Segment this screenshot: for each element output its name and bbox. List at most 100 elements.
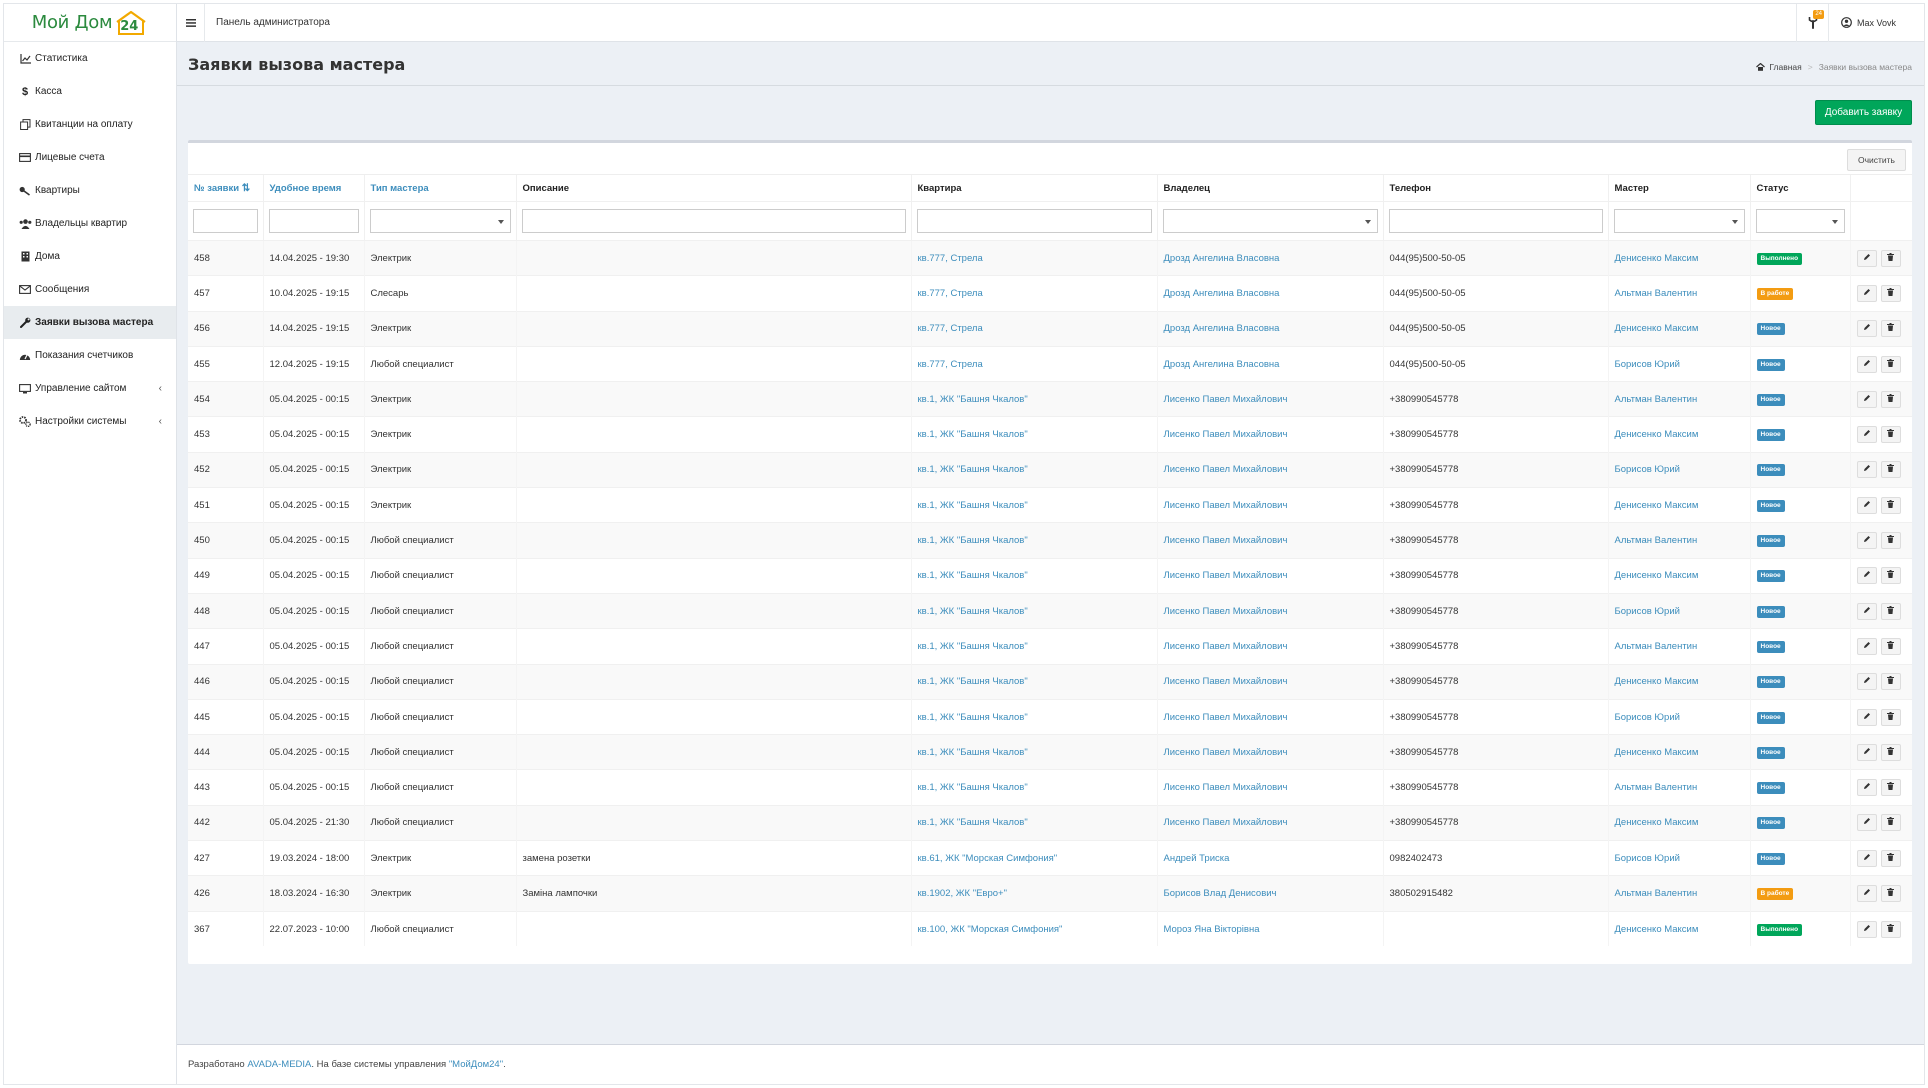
sidebar-item-cashbox[interactable]: $ Касса (4, 75, 176, 108)
sort-link-type[interactable]: Тип мастера (371, 183, 429, 194)
apartment-link[interactable]: кв.1902, ЖК "Евро+" (918, 888, 1007, 899)
owner-link[interactable]: Лисенко Павел Михайлович (1164, 817, 1288, 828)
master-link[interactable]: Денисенко Максим (1615, 429, 1699, 440)
table-row[interactable]: 449 05.04.2025 - 00:15 Любой специалист кв.… (188, 557, 1912, 594)
owner-link[interactable]: Дрозд Ангелина Власовна (1164, 359, 1280, 370)
master-link[interactable]: Денисенко Максим (1615, 924, 1699, 935)
filter-id-input[interactable] (193, 209, 258, 233)
filter-time-input[interactable] (268, 209, 359, 233)
delete-button[interactable] (1880, 779, 1901, 797)
delete-button[interactable] (1880, 920, 1901, 938)
table-row[interactable]: 448 05.04.2025 - 00:15 Любой специалист кв.… (188, 592, 1912, 629)
master-link[interactable]: Денисенко Максим (1615, 817, 1699, 828)
logo[interactable]: Мой Дом 24 (4, 4, 176, 42)
table-row[interactable]: 427 19.03.2024 - 18:00 Электрик замена розе… (188, 840, 1912, 876)
apartment-link[interactable]: кв.777, Стрела (918, 253, 983, 264)
delete-button[interactable] (1880, 284, 1901, 302)
apartment-link[interactable]: кв.1, ЖК "Башня Чкалов" (918, 676, 1028, 687)
delete-button[interactable] (1880, 637, 1901, 655)
delete-button[interactable] (1880, 849, 1901, 867)
master-link[interactable]: Альтман Валентин (1615, 394, 1698, 405)
master-link[interactable]: Денисенко Максим (1615, 570, 1699, 581)
master-link[interactable]: Денисенко Максим (1615, 747, 1699, 758)
edit-button[interactable] (1856, 320, 1877, 338)
owner-link[interactable]: Борисов Влад Денисович (1164, 888, 1277, 899)
apartment-link[interactable]: кв.1, ЖК "Башня Чкалов" (918, 782, 1028, 793)
owner-link[interactable]: Дрозд Ангелина Власовна (1164, 288, 1280, 299)
apartment-link[interactable]: кв.100, ЖК "Морская Симфония" (918, 924, 1063, 935)
apartment-link[interactable]: кв.777, Стрела (918, 359, 983, 370)
master-link[interactable]: Борисов Юрий (1615, 359, 1680, 370)
edit-button[interactable] (1856, 496, 1877, 514)
sidebar-item-messages[interactable]: Сообщения (4, 273, 176, 306)
owner-link[interactable]: Лисенко Павел Михайлович (1164, 606, 1288, 617)
master-link[interactable]: Альтман Валентин (1615, 641, 1698, 652)
owner-link[interactable]: Лисенко Павел Михайлович (1164, 429, 1288, 440)
sidebar-item-apartments[interactable]: Квартиры (4, 174, 176, 207)
edit-button[interactable] (1856, 390, 1877, 408)
delete-button[interactable] (1880, 532, 1901, 550)
table-row[interactable]: 451 05.04.2025 - 00:15 Электрик кв.1, ЖК "Б… (188, 487, 1912, 523)
sidebar-item-site-management[interactable]: Управление сайтом ‹ (4, 372, 176, 405)
apartment-link[interactable]: кв.1, ЖК "Башня Чкалов" (918, 817, 1028, 828)
apartment-link[interactable]: кв.1, ЖК "Башня Чкалов" (918, 535, 1028, 546)
table-row[interactable]: 454 05.04.2025 - 00:15 Электрик кв.1, ЖК "Б… (188, 381, 1912, 417)
edit-button[interactable] (1856, 920, 1877, 938)
delete-button[interactable] (1880, 708, 1901, 726)
sort-link-time[interactable]: Удобное время (270, 183, 342, 194)
owner-link[interactable]: Лисенко Павел Михайлович (1164, 641, 1288, 652)
filter-owner-select[interactable] (1162, 209, 1378, 233)
delete-button[interactable] (1880, 426, 1901, 444)
user-menu[interactable]: Max Vovk (1828, 3, 1924, 42)
edit-button[interactable] (1856, 532, 1877, 550)
apartment-link[interactable]: кв.1, ЖК "Башня Чкалов" (918, 606, 1028, 617)
filter-master-select[interactable] (1613, 209, 1745, 233)
filter-type-select[interactable] (369, 209, 511, 233)
owner-link[interactable]: Лисенко Павел Михайлович (1164, 394, 1288, 405)
table-row[interactable]: 367 22.07.2023 - 10:00 Любой специалист кв.… (188, 910, 1912, 947)
delete-button[interactable] (1880, 390, 1901, 408)
sort-link-id[interactable]: № заявки (194, 183, 239, 194)
sidebar-item-owners[interactable]: Владельцы квартир (4, 207, 176, 240)
owner-link[interactable]: Мороз Яна Вікторівна (1164, 924, 1260, 935)
table-row[interactable]: 444 05.04.2025 - 00:15 Любой специалист кв.… (188, 734, 1912, 770)
edit-button[interactable] (1856, 355, 1877, 373)
edit-button[interactable] (1856, 637, 1877, 655)
sidebar-item-accounts[interactable]: Лицевые счета (4, 141, 176, 174)
delete-button[interactable] (1880, 320, 1901, 338)
sidebar-item-invoices[interactable]: Квитанции на оплату (4, 108, 176, 141)
owner-link[interactable]: Андрей Триска (1164, 853, 1230, 864)
table-row[interactable]: 457 10.04.2025 - 19:15 Слесарь кв.777, Стре… (188, 275, 1912, 312)
column-header-type[interactable]: Тип мастера (363, 174, 516, 202)
delete-button[interactable] (1880, 884, 1901, 902)
table-row[interactable]: 458 14.04.2025 - 19:30 Электрик кв.777, Стр… (188, 239, 1912, 276)
apartment-link[interactable]: кв.777, Стрела (918, 323, 983, 334)
master-link[interactable]: Альтман Валентин (1615, 288, 1698, 299)
owner-link[interactable]: Лисенко Павел Михайлович (1164, 747, 1288, 758)
add-request-button[interactable]: Добавить заявку (1815, 100, 1912, 125)
delete-button[interactable] (1880, 743, 1901, 761)
delete-button[interactable] (1880, 567, 1901, 585)
edit-button[interactable] (1856, 567, 1877, 585)
table-row[interactable]: 443 05.04.2025 - 00:15 Любой специалист кв.… (188, 769, 1912, 806)
master-link[interactable]: Денисенко Максим (1615, 323, 1699, 334)
table-row[interactable]: 452 05.04.2025 - 00:15 Электрик кв.1, ЖК "Б… (188, 451, 1912, 488)
owner-link[interactable]: Лисенко Павел Михайлович (1164, 570, 1288, 581)
filter-status-select[interactable] (1755, 209, 1845, 233)
sidebar-item-houses[interactable]: Дома (4, 240, 176, 273)
owner-link[interactable]: Лисенко Павел Михайлович (1164, 500, 1288, 511)
owner-link[interactable]: Дрозд Ангелина Власовна (1164, 323, 1280, 334)
sidebar-item-system-settings[interactable]: Настройки системы ‹ (4, 405, 176, 438)
table-row[interactable]: 453 05.04.2025 - 00:15 Электрик кв.1, ЖК "Б… (188, 416, 1912, 453)
delete-button[interactable] (1880, 461, 1901, 479)
owner-link[interactable]: Лисенко Павел Михайлович (1164, 782, 1288, 793)
master-link[interactable]: Денисенко Максим (1615, 676, 1699, 687)
edit-button[interactable] (1856, 673, 1877, 691)
filter-phone-input[interactable] (1388, 209, 1603, 233)
edit-button[interactable] (1856, 461, 1877, 479)
owner-link[interactable]: Лисенко Павел Михайлович (1164, 676, 1288, 687)
table-row[interactable]: 455 12.04.2025 - 19:15 Любой специалист кв.… (188, 345, 1912, 382)
delete-button[interactable] (1880, 496, 1901, 514)
master-link[interactable]: Денисенко Максим (1615, 253, 1699, 264)
master-link[interactable]: Денисенко Максим (1615, 500, 1699, 511)
